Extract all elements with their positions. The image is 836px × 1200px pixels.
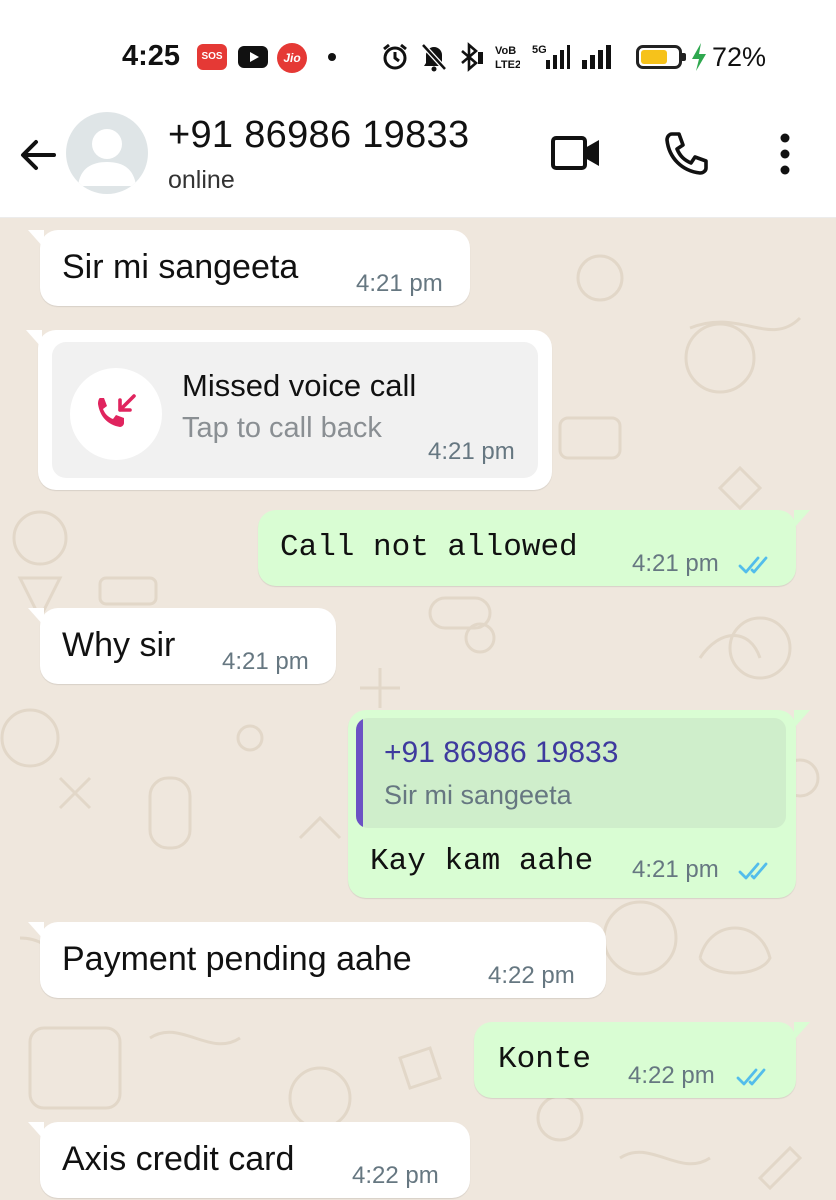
message-time: 4:22 pm (352, 1162, 439, 1189)
battery-icon (636, 45, 686, 69)
sos-icon: SOS (197, 44, 227, 70)
message-time: 4:21 pm (356, 270, 443, 297)
signal-icon (582, 45, 611, 69)
status-bar: 4:25 SOS Jio VoB LTE2 5G 72% (0, 0, 836, 100)
chat-header: +91 86986 19833 online (0, 100, 836, 218)
jio-icon: Jio (277, 43, 307, 73)
youtube-icon (238, 46, 268, 68)
message-time: 4:21 pm (222, 648, 309, 675)
message-text: Why sir (62, 626, 176, 664)
outgoing-reply-message[interactable]: +91 86986 19833 Sir mi sangeeta Kay kam … (348, 710, 810, 898)
message-time: 4:21 pm (632, 550, 719, 577)
status-time: 4:25 (122, 40, 181, 72)
missed-call-icon (98, 394, 136, 427)
voice-call-icon (665, 132, 708, 175)
missed-call-message[interactable]: Missed voice call Tap to call back 4:21 … (26, 330, 552, 490)
more-options-button[interactable] (770, 126, 800, 182)
outgoing-message[interactable]: Konte 4:22 pm (474, 1022, 810, 1098)
incoming-message[interactable]: Why sir 4:21 pm (28, 608, 336, 684)
back-arrow-icon (21, 140, 56, 170)
incoming-message[interactable]: Sir mi sangeeta 4:21 pm (28, 230, 470, 306)
incoming-message[interactable]: Axis credit card 4:22 pm (28, 1122, 470, 1198)
quote-author: +91 86986 19833 (384, 736, 619, 769)
read-receipt-icon (738, 862, 768, 880)
message-time: 4:21 pm (632, 856, 719, 883)
avatar-icon (78, 129, 136, 186)
battery-percent: 72% (712, 42, 767, 72)
read-receipt-icon (738, 556, 768, 574)
quote-accent-bar (356, 718, 363, 828)
back-button[interactable] (14, 130, 64, 180)
message-time: 4:21 pm (428, 438, 515, 465)
charging-icon (692, 43, 706, 71)
svg-text:5G: 5G (532, 44, 547, 56)
svg-text:LTE2: LTE2 (495, 59, 520, 71)
message-text: Axis credit card (62, 1140, 295, 1178)
volte-icon: VoB LTE2 (495, 45, 520, 71)
chat-area[interactable]: Sir mi sangeeta 4:21 pm Missed voice cal… (0, 218, 836, 1200)
message-text: Sir mi sangeeta (62, 248, 299, 286)
voice-call-button[interactable] (658, 126, 714, 180)
bluetooth-icon (461, 42, 483, 72)
alarm-icon (383, 43, 407, 70)
more-options-icon (780, 133, 790, 175)
message-time: 4:22 pm (488, 962, 575, 989)
svg-text:VoB: VoB (495, 45, 516, 57)
missed-call-icon-wrap (70, 368, 162, 460)
mute-icon (421, 43, 447, 72)
system-icons: VoB LTE2 5G (380, 40, 616, 74)
avatar[interactable] (66, 112, 148, 194)
contact-name[interactable]: +91 86986 19833 (168, 114, 469, 157)
message-text: Konte (498, 1042, 592, 1077)
quoted-message[interactable]: +91 86986 19833 Sir mi sangeeta (356, 718, 786, 828)
message-time: 4:22 pm (628, 1062, 715, 1089)
incoming-message[interactable]: Payment pending aahe 4:22 pm (28, 922, 606, 998)
5g-signal-icon: 5G (532, 44, 570, 69)
video-call-button[interactable] (548, 128, 604, 178)
notification-dot-icon (328, 53, 336, 61)
video-call-icon (551, 136, 599, 170)
message-text: Call not allowed (280, 530, 578, 565)
read-receipt-icon (736, 1068, 766, 1086)
outgoing-message[interactable]: Call not allowed 4:21 pm (258, 510, 810, 586)
contact-status: online (168, 166, 235, 194)
quote-text: Sir mi sangeeta (384, 780, 572, 810)
message-text: Kay kam aahe (370, 844, 594, 879)
missed-call-title: Missed voice call (182, 368, 417, 403)
message-text: Payment pending aahe (62, 940, 412, 978)
missed-call-subtitle: Tap to call back (182, 412, 382, 444)
